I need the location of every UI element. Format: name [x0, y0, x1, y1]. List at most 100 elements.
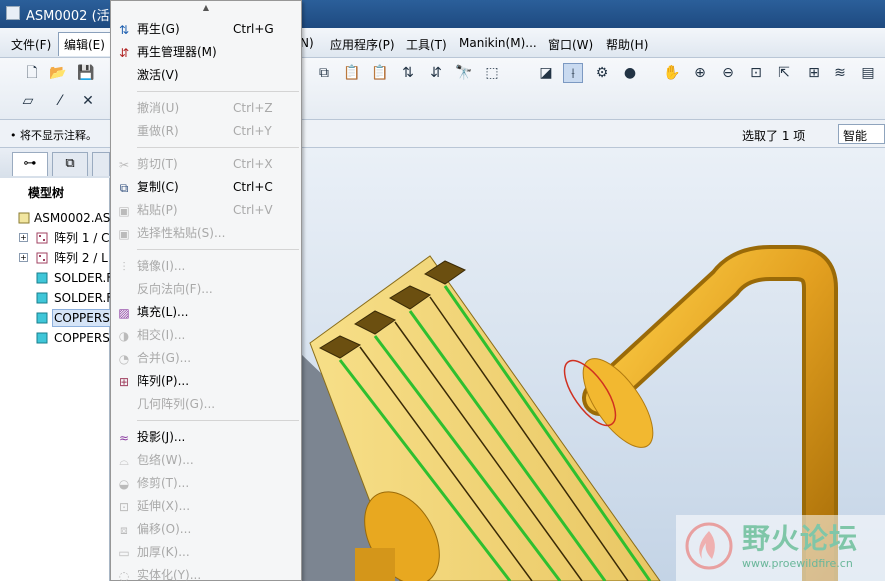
menu-copy[interactable]: ⧉ 复制(C) Ctrl+C: [111, 176, 301, 199]
tree-item-copper-2[interactable]: COPPERS: [8, 328, 110, 348]
menu-partial[interactable]: N): [300, 36, 314, 50]
tree-item-copper-1[interactable]: COPPERS: [8, 308, 112, 328]
regenerate-icon[interactable]: ⇅: [398, 63, 418, 83]
offset-icon: ⧈: [120, 523, 128, 537]
layers-icon[interactable]: ≋: [830, 63, 850, 83]
zoom-out-icon[interactable]: ⊖: [718, 63, 738, 83]
menu-tools[interactable]: 工具(T): [406, 36, 447, 53]
find-icon[interactable]: 🔭: [454, 63, 474, 83]
model-tree-title: 模型树: [28, 186, 65, 200]
menu-separator: [137, 249, 299, 250]
menu-separator: [137, 147, 299, 148]
menu-separator: [137, 91, 299, 92]
forum-watermark: 野火论坛 www.proewildfire.cn: [676, 515, 885, 581]
tree-item-pattern-2[interactable]: + 阵列 2 / L: [8, 248, 110, 268]
menu-merge[interactable]: ◔ 合并(G)...: [111, 347, 301, 370]
refit-icon[interactable]: ⊡: [746, 63, 766, 83]
tree-item-root[interactable]: ASM0002.AS: [8, 208, 110, 228]
edit-menu-dropdown: ▲ ⇅ 再生(G) Ctrl+G ⇵ 再生管理器(M) 激活(V) 撤消(U) …: [110, 0, 302, 581]
mirror-icon: ⫶: [122, 260, 126, 274]
menu-help[interactable]: 帮助(H): [606, 36, 648, 53]
folder-browser-tab-icon[interactable]: ⧉: [52, 152, 88, 176]
tree-item-pattern-1[interactable]: + 阵列 1 / C: [8, 228, 110, 248]
selection-filter[interactable]: 智能: [838, 124, 885, 144]
menu-mirror[interactable]: ⫶ 镜像(I)...: [111, 255, 301, 278]
copy-icon[interactable]: ⧉: [314, 63, 334, 83]
copy-icon: ⧉: [119, 181, 129, 195]
zoom-in-icon[interactable]: ⊕: [690, 63, 710, 83]
part-icon: [36, 292, 48, 304]
tree-item-solder-1[interactable]: SOLDER.F: [8, 268, 113, 288]
expand-icon[interactable]: +: [19, 253, 28, 262]
scissors-icon: ✂: [118, 158, 130, 172]
menu-paste-special[interactable]: ▣ 选择性粘贴(S)...: [111, 222, 301, 245]
menu-file[interactable]: 文件(F): [11, 36, 51, 53]
menu-pattern[interactable]: ⊞ 阵列(P)...: [111, 370, 301, 393]
menu-solidify[interactable]: ◌ 实体化(Y)...: [111, 564, 301, 581]
menu-undo[interactable]: 撤消(U) Ctrl+Z: [111, 97, 301, 120]
menu-offset[interactable]: ⧈ 偏移(O)...: [111, 518, 301, 541]
menu-project[interactable]: ≈ 投影(J)...: [111, 426, 301, 449]
wrap-icon: ⌓: [119, 454, 129, 468]
shade-sphere-icon[interactable]: ●: [620, 63, 640, 83]
tree-item-solder-2[interactable]: SOLDER.F: [8, 288, 113, 308]
bottom-pipe: [355, 548, 395, 581]
regenerate-icon: ⇅: [118, 23, 130, 37]
menu-fill[interactable]: ▨ 填充(L)...: [111, 301, 301, 324]
model-tree-tab-icon[interactable]: ⊶: [12, 152, 48, 176]
regen-manager-icon: ⇵: [118, 46, 130, 60]
select-box-icon[interactable]: ⬚: [482, 63, 502, 83]
view-manager-icon[interactable]: ▤: [858, 63, 878, 83]
expand-icon[interactable]: +: [19, 233, 28, 242]
menu-redo[interactable]: 重做(R) Ctrl+Y: [111, 120, 301, 143]
menu-flip-normal[interactable]: 反向法向(F)...: [111, 278, 301, 301]
menu-activate[interactable]: 激活(V): [111, 64, 301, 87]
menu-applications[interactable]: 应用程序(P): [330, 36, 395, 53]
paste-icon: ▣: [118, 204, 130, 218]
pan-hand-icon[interactable]: ✋: [662, 63, 682, 83]
menu-thicken[interactable]: ▭ 加厚(K)...: [111, 541, 301, 564]
menu-trim[interactable]: ◒ 修剪(T)...: [111, 472, 301, 495]
saved-views-icon[interactable]: ⊞: [804, 63, 824, 83]
save-icon[interactable]: 💾: [76, 63, 96, 83]
sketch-plane-icon[interactable]: ▱: [18, 91, 38, 111]
menu-geometry-pattern[interactable]: 几何阵列(G)...: [111, 393, 301, 416]
open-folder-icon[interactable]: 📂: [48, 63, 68, 83]
selection-count: 选取了 1 项: [742, 129, 806, 143]
watermark-title: 野火论坛: [742, 522, 859, 555]
menu-window[interactable]: 窗口(W): [548, 36, 593, 53]
spin-center-icon[interactable]: ⟊: [563, 63, 583, 83]
orient-icon[interactable]: ⚙: [592, 63, 612, 83]
reorient-icon[interactable]: ⇱: [774, 63, 794, 83]
paste-special-icon[interactable]: 📋: [370, 63, 390, 83]
menu-regen-manager[interactable]: ⇵ 再生管理器(M): [111, 41, 301, 64]
menu-paste[interactable]: ▣ 粘贴(P) Ctrl+V: [111, 199, 301, 222]
part-icon: [36, 312, 48, 324]
watermark-url: www.proewildfire.cn: [742, 557, 853, 570]
pattern-icon: [36, 252, 48, 264]
menu-separator: [137, 420, 299, 421]
datum-axis-icon[interactable]: ⁄: [50, 91, 70, 111]
scroll-up-arrow-icon[interactable]: ▲: [111, 1, 301, 15]
menu-regenerate[interactable]: ⇅ 再生(G) Ctrl+G: [111, 18, 301, 41]
new-file-icon[interactable]: 🗋: [22, 63, 42, 83]
paste-icon[interactable]: 📋: [342, 63, 362, 83]
window-title: ASM0002 (活动: [26, 9, 123, 24]
menu-edit[interactable]: 编辑(E): [58, 32, 111, 56]
favorites-tab-icon[interactable]: [92, 152, 110, 176]
extend-icon: ⊡: [118, 500, 130, 514]
pattern-icon: [36, 232, 48, 244]
intersect-icon: ◑: [118, 329, 130, 343]
datum-display-icon[interactable]: ◪: [536, 63, 556, 83]
menu-cut[interactable]: ✂ 剪切(T) Ctrl+X: [111, 153, 301, 176]
menu-extend[interactable]: ⊡ 延伸(X)...: [111, 495, 301, 518]
paste-special-icon: ▣: [118, 227, 130, 241]
thicken-icon: ▭: [118, 546, 130, 560]
menu-intersect[interactable]: ◑ 相交(I)...: [111, 324, 301, 347]
datum-point-icon[interactable]: ✕: [78, 91, 98, 111]
trim-icon: ◒: [118, 477, 130, 491]
regen-manager-icon[interactable]: ⇵: [426, 63, 446, 83]
menu-wrap[interactable]: ⌓ 包络(W)...: [111, 449, 301, 472]
menu-manikin[interactable]: Manikin(M)...: [459, 36, 537, 50]
message-text: • 将不显示注释。: [10, 129, 97, 142]
